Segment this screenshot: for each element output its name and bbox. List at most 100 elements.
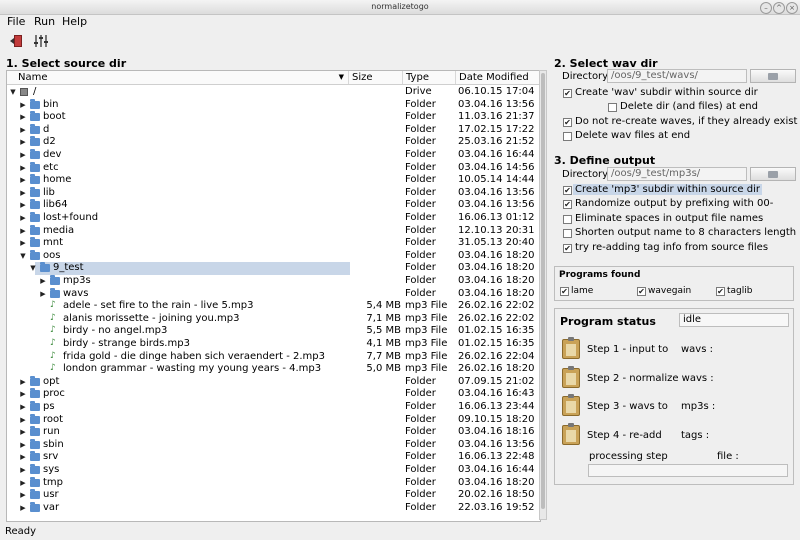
row-name: alanis morissette - joining you.mp3 [63,312,240,324]
expand-arrow-icon[interactable]: ▶ [39,288,47,301]
folder-row[interactable]: ▶ sbin Folder 03.04.16 13:56 [7,438,540,452]
file-row[interactable]: ♪ frida gold - die dinge haben sich verae… [7,351,540,364]
wav-no-recreate-checkbox[interactable] [563,118,572,127]
expand-arrow-icon[interactable]: ▶ [19,174,27,187]
expand-arrow-icon[interactable]: ▶ [19,376,27,389]
folder-row[interactable]: ▶ media Folder 12.10.13 20:31 [7,224,540,238]
output-browse-button[interactable] [750,167,796,181]
folder-row[interactable]: ▶ etc Folder 03.04.16 14:56 [7,161,540,175]
menu-file[interactable]: File [7,15,25,29]
folder-row[interactable]: ▶ lost+found Folder 16.06.13 01:12 [7,212,540,225]
folder-row[interactable]: ▶ root Folder 09.10.15 18:20 [7,413,540,427]
collapse-arrow-icon[interactable]: ▼ [19,250,27,263]
folder-row[interactable]: ▶ mp3s Folder 03.04.16 18:20 [7,275,540,288]
scrollbar-thumb[interactable] [541,73,545,509]
expand-arrow-icon[interactable]: ▶ [19,212,27,225]
readd-tags-checkbox[interactable] [563,244,572,253]
folder-row[interactable]: ▶ lib Folder 03.04.16 13:56 [7,186,540,200]
expand-arrow-icon[interactable]: ▶ [19,187,27,200]
row-date: 06.10.15 17:04 [458,86,535,97]
expand-arrow-icon[interactable]: ▶ [19,124,27,137]
expand-arrow-icon[interactable]: ▶ [19,439,27,452]
menu-help[interactable]: Help [62,15,87,29]
expand-arrow-icon[interactable]: ▶ [19,388,27,401]
expand-arrow-icon[interactable]: ▶ [19,162,27,175]
wav-create-subdir-checkbox[interactable] [563,89,572,98]
folder-row[interactable]: ▶ tmp Folder 03.04.16 18:20 [7,476,540,490]
wav-delete-dir-checkbox[interactable] [608,103,617,112]
file-row[interactable]: ♪ birdy - no angel.mp3 5,5 MB mp3 File 01.02… [7,325,540,338]
expand-arrow-icon[interactable]: ▶ [19,414,27,427]
expand-arrow-icon[interactable]: ▶ [19,225,27,238]
file-row[interactable]: ♪ birdy - strange birds.mp3 4,1 MB mp3 File… [7,338,540,351]
folder-icon [768,73,778,80]
expand-arrow-icon[interactable]: ▶ [19,99,27,112]
folder-icon [30,224,40,235]
wav-browse-button[interactable] [750,69,796,83]
tree-scrollbar[interactable] [539,70,547,520]
expand-arrow-icon[interactable]: ▶ [19,464,27,477]
folder-row[interactable]: ▶ srv Folder 16.06.13 22:48 [7,451,540,464]
folder-row[interactable]: ▶ var Folder 22.03.16 19:52 [7,501,540,515]
exit-door-icon[interactable] [9,33,25,49]
folder-row[interactable]: ▼ oos Folder 03.04.16 18:20 [7,249,540,263]
row-name: d2 [43,136,56,148]
folder-row[interactable]: ▼ 9_test Folder 03.04.16 18:20 [7,262,540,275]
header-type[interactable]: Type [403,71,456,84]
folder-row[interactable]: ▶ run Folder 03.04.16 18:16 [7,426,540,439]
eliminate-spaces-checkbox[interactable] [563,215,572,224]
file-row[interactable]: ♪ alanis morissette - joining you.mp3 7,1 … [7,313,540,326]
file-row[interactable]: ♪ adele - set fire to the rain - live 5.m… [7,300,540,313]
folder-row[interactable]: ▶ opt Folder 07.09.15 21:02 [7,375,540,389]
wav-delete-files-checkbox[interactable] [563,132,572,141]
close-icon[interactable]: × [786,2,798,14]
collapse-arrow-icon[interactable]: ▼ [29,262,37,275]
folder-row[interactable]: ▶ sys Folder 03.04.16 16:44 [7,464,540,477]
randomize-checkbox[interactable] [563,200,572,209]
folder-row[interactable]: ▶ bin Folder 03.04.16 13:56 [7,98,540,112]
row-date: 10.05.14 14:44 [458,174,535,186]
folder-row[interactable]: ▶ proc Folder 03.04.16 16:43 [7,388,540,401]
expand-arrow-icon[interactable]: ▶ [19,401,27,414]
menu-run[interactable]: Run [34,15,55,29]
mp3-create-subdir-checkbox[interactable] [563,186,572,195]
expand-arrow-icon[interactable]: ▶ [19,111,27,124]
file-row[interactable]: ♪ london grammar - wasting my young years… [7,363,540,376]
folder-row[interactable]: ▶ mnt Folder 31.05.13 20:40 [7,237,540,250]
expand-arrow-icon[interactable]: ▶ [39,275,47,288]
folder-row[interactable]: ▶ dev Folder 03.04.16 16:44 [7,149,540,162]
source-tree[interactable]: Name ▼ Size Type Date Modified ▼ / Drive 06… [6,70,541,522]
folder-row[interactable]: ▼ / Drive 06.10.15 17:04 [7,86,540,99]
header-date[interactable]: Date Modified [456,71,540,84]
expand-arrow-icon[interactable]: ▶ [19,426,27,439]
shorten-name-checkbox[interactable] [563,229,572,238]
expand-arrow-icon[interactable]: ▶ [19,451,27,464]
expand-arrow-icon[interactable]: ▶ [19,237,27,250]
folder-row[interactable]: ▶ lib64 Folder 03.04.16 13:56 [7,199,540,212]
folder-row[interactable]: ▶ d2 Folder 25.03.16 21:52 [7,136,540,149]
minimize-icon[interactable]: – [760,2,772,14]
wav-directory-field[interactable]: /oos/9_test/wavs/ [607,69,747,83]
collapse-arrow-icon[interactable]: ▼ [9,86,17,99]
expand-arrow-icon[interactable]: ▶ [19,149,27,162]
expand-arrow-icon[interactable]: ▶ [19,489,27,502]
folder-row[interactable]: ▶ boot Folder 11.03.16 21:37 [7,111,540,124]
expand-arrow-icon[interactable]: ▶ [19,477,27,490]
folder-row[interactable]: ▶ wavs Folder 03.04.16 18:20 [7,287,540,301]
folder-row[interactable]: ▶ usr Folder 20.02.16 18:50 [7,489,540,502]
folder-row[interactable]: ▶ ps Folder 16.06.13 23:44 [7,401,540,414]
maximize-icon[interactable]: ^ [773,2,785,14]
lame-label: lame [571,286,594,296]
expand-arrow-icon[interactable]: ▶ [19,136,27,149]
expand-arrow-icon[interactable]: ▶ [19,502,27,515]
header-size[interactable]: Size [349,71,403,84]
lame-checkbox [560,287,569,296]
row-type: mp3 File [405,350,448,362]
equalizer-settings-icon[interactable] [33,33,49,49]
row-type: Folder [405,224,436,236]
folder-row[interactable]: ▶ home Folder 10.05.14 14:44 [7,174,540,187]
output-directory-field[interactable]: /oos/9_test/mp3s/ [607,167,747,181]
folder-row[interactable]: ▶ d Folder 17.02.15 17:22 [7,123,540,137]
header-name[interactable]: Name ▼ [15,71,349,84]
expand-arrow-icon[interactable]: ▶ [19,199,27,212]
